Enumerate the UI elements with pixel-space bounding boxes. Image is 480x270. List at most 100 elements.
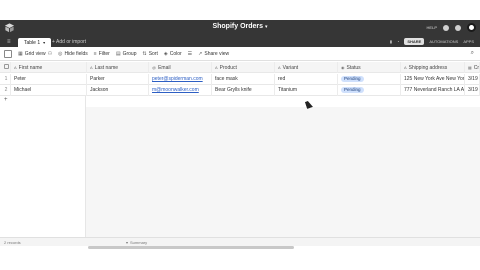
status-badge: Pending	[341, 75, 364, 82]
tab-label: Table 1	[24, 40, 41, 46]
header-row: A First name A Last name @ Email A Product A…	[0, 62, 480, 73]
base-title-text: Shopify Orders	[212, 23, 264, 30]
column-label: Product	[219, 65, 237, 71]
text-field-icon: A	[215, 65, 218, 70]
people-icon: ⚇	[47, 50, 53, 57]
checkbox[interactable]	[3, 64, 9, 70]
cell-created[interactable]: 3/19	[465, 85, 480, 96]
text-field-icon: A	[404, 65, 407, 70]
single-select-icon: ◉	[341, 65, 345, 70]
top-bar: Shopify Orders ▾ HELP	[0, 20, 480, 36]
history-icon[interactable]: ◔	[397, 38, 399, 45]
text-field-icon: A	[90, 65, 93, 70]
share-button[interactable]: SHARE	[404, 38, 425, 45]
column-label: Status	[346, 65, 361, 71]
filter-icon: ≡	[93, 50, 97, 57]
automations-button[interactable]: AUTOMATIONS	[429, 38, 458, 45]
cell-first-name[interactable]: Peter	[11, 74, 87, 85]
column-label: First name	[18, 65, 43, 71]
empty-grid-area	[86, 107, 480, 237]
bell-icon[interactable]	[455, 24, 461, 31]
avatar[interactable]	[467, 23, 476, 32]
add-or-import-button[interactable]: + Add or import	[52, 38, 86, 47]
help-link[interactable]: HELP	[427, 25, 437, 30]
plus-icon: +	[4, 97, 8, 103]
menu-icon[interactable]: ≡	[7, 39, 11, 45]
cell-product[interactable]: face mask	[212, 74, 275, 85]
column-header-email[interactable]: @ Email	[149, 62, 212, 73]
add-row-button[interactable]: +	[0, 96, 86, 107]
cell-status[interactable]: Pending	[338, 74, 401, 85]
sort-button[interactable]: ⇅ Sort	[142, 51, 157, 57]
sort-label: Sort	[148, 50, 158, 57]
sidebar-toggle-icon[interactable]	[4, 49, 12, 58]
grid-footer: 2 records ▾ Summary	[0, 237, 480, 246]
grid-view-label: Grid view	[24, 50, 46, 57]
column-label: Shipping address	[408, 65, 448, 71]
text-field-icon: A	[14, 65, 17, 70]
trash-icon[interactable]: ▮	[390, 38, 392, 45]
frozen-column-area	[0, 107, 86, 237]
status-badge: Pending	[341, 86, 364, 93]
hide-fields-button[interactable]: ◎ Hide fields	[58, 51, 88, 57]
select-all-checkbox[interactable]	[0, 62, 11, 73]
tab-table-1[interactable]: Table 1 ▾	[18, 38, 52, 47]
column-header-first-name[interactable]: A First name	[11, 62, 87, 73]
cell-variant[interactable]: Titanium	[275, 85, 338, 96]
cell-first-name[interactable]: Michael	[11, 85, 87, 96]
cell-last-name[interactable]: Parker	[87, 74, 149, 85]
cell-email[interactable]: m@moonwalker.com	[149, 85, 212, 96]
group-button[interactable]: ▤ Group	[116, 51, 137, 57]
column-header-product[interactable]: A Product	[212, 62, 275, 73]
cell-variant[interactable]: red	[275, 74, 338, 85]
chevron-down-icon: ▾	[265, 24, 268, 30]
row-number: 2	[0, 85, 11, 96]
cell-created[interactable]: 3/19	[465, 74, 480, 85]
cell-email[interactable]: peter@spiderman.com	[149, 74, 212, 85]
chevron-down-icon: ▾	[43, 40, 46, 45]
cell-last-name[interactable]: Jackson	[87, 85, 149, 96]
help-icon[interactable]	[443, 24, 449, 31]
column-label: Last name	[94, 65, 119, 71]
apps-button[interactable]: APPS	[463, 38, 474, 45]
column-header-created[interactable]: ▦ Cr	[465, 62, 480, 73]
column-header-shipping-address[interactable]: A Shipping address	[401, 62, 465, 73]
column-label: Email	[158, 65, 171, 71]
column-header-last-name[interactable]: A Last name	[87, 62, 149, 73]
share-view-button[interactable]: ↗ Share view	[198, 51, 229, 57]
text-field-icon: A	[278, 65, 281, 70]
color-button[interactable]: ◈ Color	[164, 51, 182, 57]
email-field-icon: @	[152, 65, 157, 70]
chevron-down-icon: ▾	[126, 240, 129, 245]
table-tab-bar: ≡ Table 1 ▾ + Add or import ▮ ◔ SHARE AUT…	[0, 36, 480, 47]
calendar-icon: ▦	[468, 65, 472, 70]
share-icon: ↗	[198, 50, 203, 57]
horizontal-scrollbar[interactable]	[88, 246, 294, 249]
paint-icon: ◈	[163, 50, 168, 57]
share-view-label: Share view	[204, 50, 230, 57]
table-row[interactable]: 1 Peter Parker peter@spiderman.com face …	[0, 74, 480, 85]
column-label: Cr	[473, 65, 480, 71]
email-link[interactable]: peter@spiderman.com	[152, 76, 203, 82]
column-header-variant[interactable]: A Variant	[275, 62, 338, 73]
cell-shipping-address[interactable]: 777 Neverland Ranch LA Al...	[401, 85, 465, 96]
filter-button[interactable]: ≡ Filter	[94, 51, 110, 57]
row-height-icon: ☰	[187, 50, 193, 57]
cell-shipping-address[interactable]: 125 New York Ave New York...	[401, 74, 465, 85]
grid-view-button[interactable]: ▦ Grid view ⚇	[18, 51, 52, 57]
cell-status[interactable]: Pending	[338, 85, 401, 96]
search-icon[interactable]: ⌕	[471, 50, 474, 57]
filter-label: Filter	[98, 50, 110, 57]
summary-button[interactable]: ▾ Summary	[126, 240, 147, 245]
group-icon: ▤	[115, 50, 121, 57]
cell-product[interactable]: Bear Grylls knife	[212, 85, 275, 96]
base-title[interactable]: Shopify Orders ▾	[0, 23, 480, 30]
column-label: Variant	[282, 65, 299, 71]
record-count: 2 records	[4, 240, 21, 245]
row-height-button[interactable]: ☰	[188, 51, 192, 57]
row-number-text: 2	[4, 87, 8, 93]
summary-label: Summary	[130, 240, 148, 245]
column-header-status[interactable]: ◉ Status	[338, 62, 401, 73]
email-link[interactable]: m@moonwalker.com	[152, 87, 199, 93]
table-row[interactable]: 2 Michael Jackson m@moonwalker.com Bear …	[0, 85, 480, 96]
